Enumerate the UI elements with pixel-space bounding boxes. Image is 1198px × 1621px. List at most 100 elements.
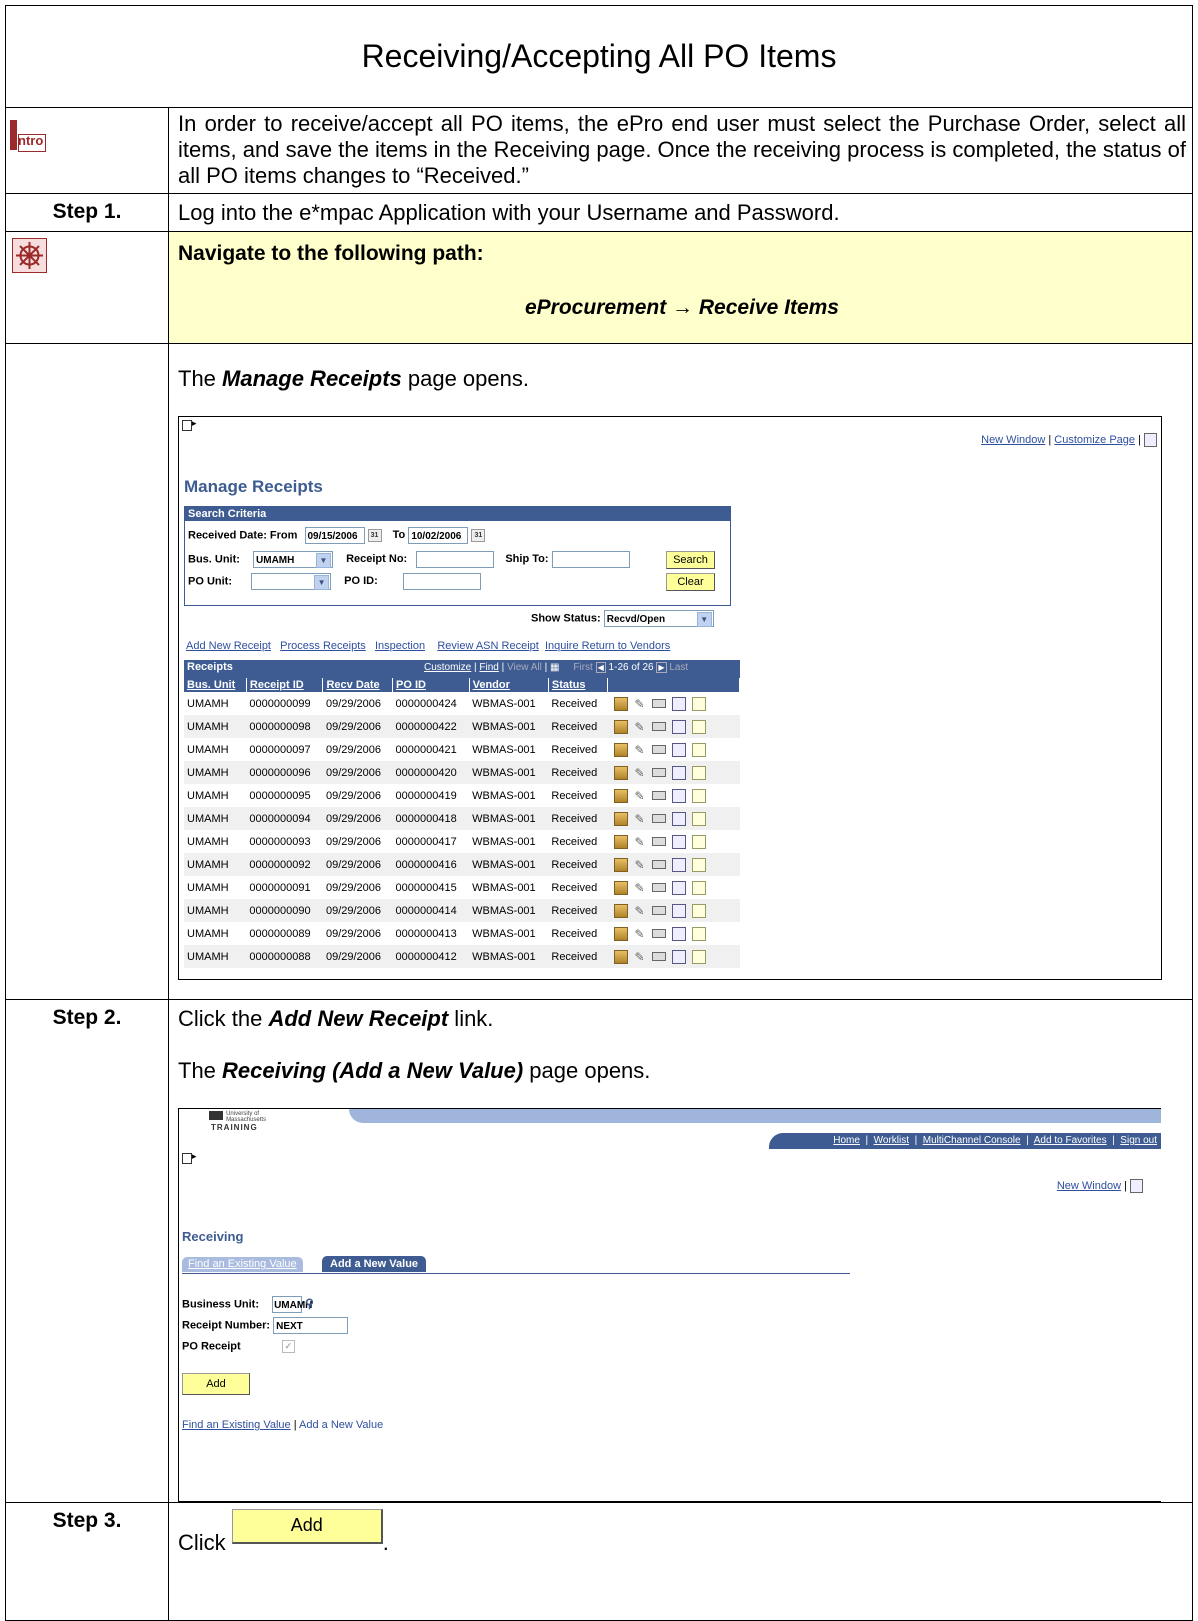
col-vendor[interactable]: Vendor — [469, 678, 549, 692]
calendar-icon[interactable]: 31 — [471, 529, 486, 542]
receive-icon[interactable] — [613, 765, 628, 780]
doc-search-icon[interactable] — [671, 788, 686, 803]
new-window-link[interactable]: New Window — [1057, 1180, 1121, 1192]
link-icon[interactable]: ✎ — [634, 951, 646, 963]
receive-icon[interactable] — [613, 880, 628, 895]
receive-icon[interactable] — [613, 949, 628, 964]
po-unit-select[interactable]: ▼ — [251, 573, 332, 590]
tab-add-new[interactable]: Add a New Value — [322, 1256, 427, 1272]
customize-page-link[interactable]: Customize Page — [1054, 434, 1135, 446]
receive-icon[interactable] — [613, 857, 628, 872]
add-to-favorites-link[interactable]: Add to Favorites — [1034, 1135, 1107, 1146]
truck-icon[interactable] — [651, 791, 666, 800]
truck-icon[interactable] — [651, 929, 666, 938]
doc-search-icon[interactable] — [671, 903, 686, 918]
col-po-id[interactable]: PO ID — [392, 678, 470, 692]
prev-arrow-icon[interactable]: ◀ — [595, 662, 606, 673]
add-new-value-link[interactable]: Add a New Value — [299, 1419, 383, 1431]
home-link[interactable]: Home — [833, 1135, 860, 1146]
link-icon[interactable]: ✎ — [634, 744, 646, 756]
business-unit-input[interactable]: UMAMH — [272, 1296, 312, 1313]
receive-icon[interactable] — [613, 834, 628, 849]
notes-icon[interactable] — [691, 880, 706, 895]
doc-search-icon[interactable] — [671, 857, 686, 872]
http-icon[interactable] — [1130, 1179, 1143, 1193]
truck-icon[interactable] — [651, 722, 666, 731]
link-icon[interactable]: ✎ — [634, 721, 646, 733]
from-date-input[interactable]: 09/15/2006 — [304, 527, 365, 544]
notes-icon[interactable] — [691, 834, 706, 849]
doc-search-icon[interactable] — [671, 742, 686, 757]
link-icon[interactable]: ✎ — [634, 836, 646, 848]
notes-icon[interactable] — [691, 742, 706, 757]
calendar-icon[interactable]: 31 — [367, 529, 382, 542]
truck-icon[interactable] — [651, 699, 666, 708]
ship-to-input[interactable] — [551, 551, 630, 568]
notes-icon[interactable] — [691, 926, 706, 941]
receive-icon[interactable] — [613, 788, 628, 803]
truck-icon[interactable] — [651, 837, 666, 846]
grid-download-icon[interactable]: ▦ — [550, 662, 559, 673]
show-status-select[interactable]: Recvd/Open ▼ — [603, 610, 714, 627]
truck-icon[interactable] — [651, 952, 666, 961]
doc-search-icon[interactable] — [671, 949, 686, 964]
col-bus-unit[interactable]: Bus. Unit — [184, 678, 247, 692]
bus-unit-select[interactable]: UMAMH ▼ — [253, 551, 334, 568]
doc-search-icon[interactable] — [671, 880, 686, 895]
doc-search-icon[interactable] — [671, 834, 686, 849]
to-date-input[interactable]: 10/02/2006 — [408, 527, 469, 544]
notes-icon[interactable] — [691, 788, 706, 803]
notes-icon[interactable] — [691, 949, 706, 964]
doc-search-icon[interactable] — [671, 696, 686, 711]
menu-toggle-icon[interactable] — [182, 418, 197, 434]
receive-icon[interactable] — [613, 811, 628, 826]
truck-icon[interactable] — [651, 814, 666, 823]
truck-icon[interactable] — [651, 745, 666, 754]
truck-icon[interactable] — [651, 860, 666, 869]
grid-last-link[interactable]: Last — [669, 662, 688, 673]
link-icon[interactable]: ✎ — [634, 813, 646, 825]
magnifier-icon[interactable]: ⚲ — [305, 1296, 314, 1310]
truck-icon[interactable] — [651, 768, 666, 777]
tab-find-existing[interactable]: Find an Existing Value — [182, 1257, 303, 1272]
truck-icon[interactable] — [651, 883, 666, 892]
receive-icon[interactable] — [613, 719, 628, 734]
receipt-no-input[interactable] — [416, 551, 495, 568]
col-status[interactable]: Status — [548, 678, 609, 692]
doc-search-icon[interactable] — [671, 926, 686, 941]
po-id-input[interactable] — [402, 573, 481, 590]
inspection-link[interactable]: Inspection — [375, 640, 425, 652]
add-button[interactable]: Add — [182, 1373, 250, 1395]
col-recv-date[interactable]: Recv Date — [322, 678, 394, 692]
link-icon[interactable]: ✎ — [634, 928, 646, 940]
review-asn-receipt-link[interactable]: Review ASN Receipt — [437, 640, 539, 652]
receive-icon[interactable] — [613, 926, 628, 941]
grid-find-link[interactable]: Find — [479, 662, 498, 673]
clear-button[interactable]: Clear — [666, 573, 715, 591]
doc-search-icon[interactable] — [671, 719, 686, 734]
receive-icon[interactable] — [613, 696, 628, 711]
next-arrow-icon[interactable]: ▶ — [656, 662, 667, 673]
search-button[interactable]: Search — [666, 551, 715, 569]
notes-icon[interactable] — [691, 857, 706, 872]
add-new-receipt-link[interactable]: Add New Receipt — [186, 640, 271, 652]
grid-view-all-link[interactable]: View All — [507, 662, 542, 673]
po-receipt-checkbox[interactable]: ✓ — [281, 1340, 295, 1353]
sign-out-link[interactable]: Sign out — [1120, 1135, 1157, 1146]
http-icon[interactable] — [1144, 433, 1157, 447]
grid-first-link[interactable]: First — [573, 662, 592, 673]
notes-icon[interactable] — [691, 903, 706, 918]
notes-icon[interactable] — [691, 696, 706, 711]
notes-icon[interactable] — [691, 811, 706, 826]
multichannel-console-link[interactable]: MultiChannel Console — [923, 1135, 1021, 1146]
doc-search-icon[interactable] — [671, 765, 686, 780]
notes-icon[interactable] — [691, 719, 706, 734]
link-icon[interactable]: ✎ — [634, 859, 646, 871]
menu-toggle-icon[interactable] — [182, 1151, 197, 1167]
find-existing-value-link[interactable]: Find an Existing Value — [182, 1419, 291, 1431]
grid-customize-link[interactable]: Customize — [424, 662, 471, 673]
link-icon[interactable]: ✎ — [634, 767, 646, 779]
receive-icon[interactable] — [613, 903, 628, 918]
link-icon[interactable]: ✎ — [634, 905, 646, 917]
process-receipts-link[interactable]: Process Receipts — [280, 640, 366, 652]
